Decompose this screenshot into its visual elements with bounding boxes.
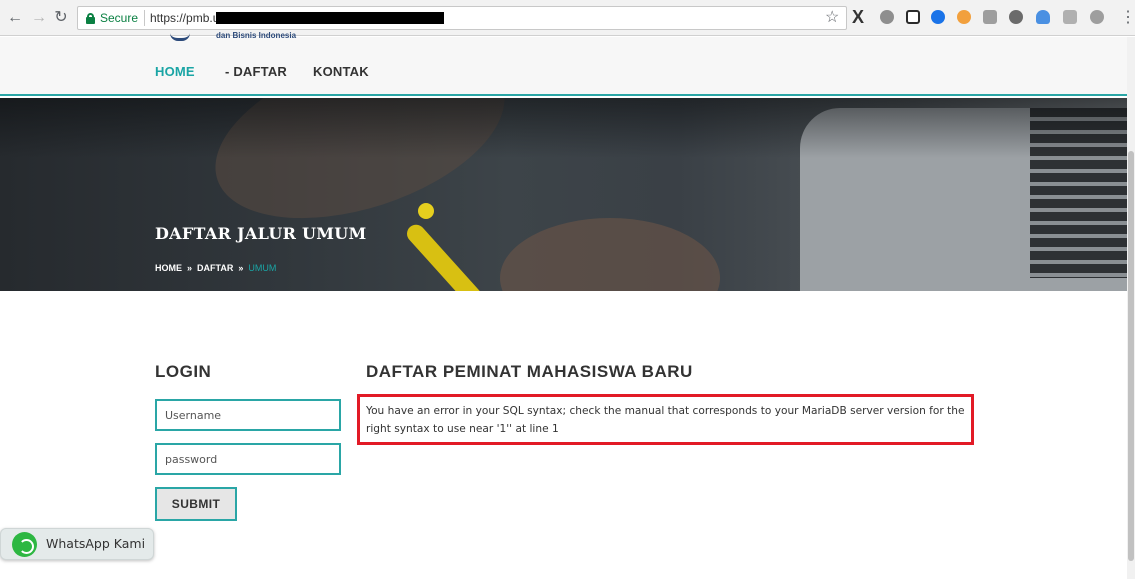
submit-button[interactable]: SUBMIT	[155, 487, 237, 521]
breadcrumb-separator: »	[187, 263, 193, 273]
address-bar[interactable]: Secure https://pmb.u	[77, 6, 847, 30]
sql-error-box: You have an error in your SQL syntax; ch…	[357, 394, 974, 445]
page-scrollbar[interactable]	[1127, 37, 1135, 579]
site-tagline: dan Bisnis Indonesia	[216, 31, 297, 40]
extension-icon[interactable]	[880, 10, 894, 24]
scrollbar-thumb[interactable]	[1128, 151, 1134, 561]
site-logo[interactable]	[170, 33, 190, 41]
bookmark-star-icon[interactable]: ☆	[825, 8, 839, 28]
nav-kontak[interactable]: KONTAK	[313, 64, 369, 79]
extension-icon[interactable]	[983, 10, 997, 24]
whatsapp-button[interactable]: WhatsApp Kami	[0, 528, 154, 560]
hero-banner: DAFTAR JALUR UMUM HOME » DAFTAR » UMUM	[0, 98, 1127, 291]
extension-icon[interactable]	[931, 10, 945, 24]
extension-icon[interactable]	[1090, 10, 1104, 24]
hero-shade	[0, 98, 1127, 158]
menu-dots-icon[interactable]: ⋮	[1120, 8, 1135, 28]
url-redaction	[216, 12, 444, 24]
extension-icon[interactable]	[957, 10, 971, 24]
extension-icon[interactable]	[1009, 10, 1023, 24]
x-extension-icon[interactable]: X	[852, 6, 864, 28]
forward-arrow-icon[interactable]: →	[30, 8, 48, 28]
breadcrumb-home[interactable]: HOME	[155, 263, 182, 273]
nav-daftar[interactable]: - DAFTAR	[225, 64, 287, 79]
browser-toolbar: ← → ↻ Secure https://pmb.u ☆ X ⋮	[0, 0, 1135, 36]
login-heading: LOGIN	[155, 362, 212, 381]
whatsapp-icon	[12, 532, 37, 557]
extension-icon[interactable]	[1063, 10, 1077, 24]
breadcrumb: HOME » DAFTAR » UMUM	[155, 263, 276, 273]
hero-image-hand	[500, 218, 720, 291]
back-arrow-icon[interactable]: ←	[6, 8, 24, 28]
main-heading: DAFTAR PEMINAT MAHASISWA BARU	[366, 362, 693, 381]
url-text[interactable]: https://pmb.u	[150, 11, 219, 25]
username-input[interactable]	[155, 399, 341, 431]
nav-home[interactable]: HOME	[155, 64, 195, 79]
breadcrumb-separator: »	[238, 263, 244, 273]
lock-icon	[86, 13, 95, 24]
cloud-extension-icon[interactable]	[1036, 10, 1050, 24]
secure-label: Secure	[100, 11, 139, 25]
reload-icon[interactable]: ↻	[52, 8, 70, 28]
url-separator	[144, 10, 145, 26]
breadcrumb-current: UMUM	[248, 263, 277, 273]
sql-error-message: You have an error in your SQL syntax; ch…	[366, 405, 965, 435]
page-title: DAFTAR JALUR UMUM	[155, 224, 367, 243]
breadcrumb-daftar[interactable]: DAFTAR	[197, 263, 233, 273]
info-extension-icon[interactable]	[906, 10, 920, 24]
password-input[interactable]	[155, 443, 341, 475]
site-header: dan Bisnis Indonesia HOME - DAFTAR KONTA…	[0, 31, 1127, 96]
hero-image-pen-tip	[418, 203, 434, 219]
whatsapp-label: WhatsApp Kami	[46, 536, 146, 551]
